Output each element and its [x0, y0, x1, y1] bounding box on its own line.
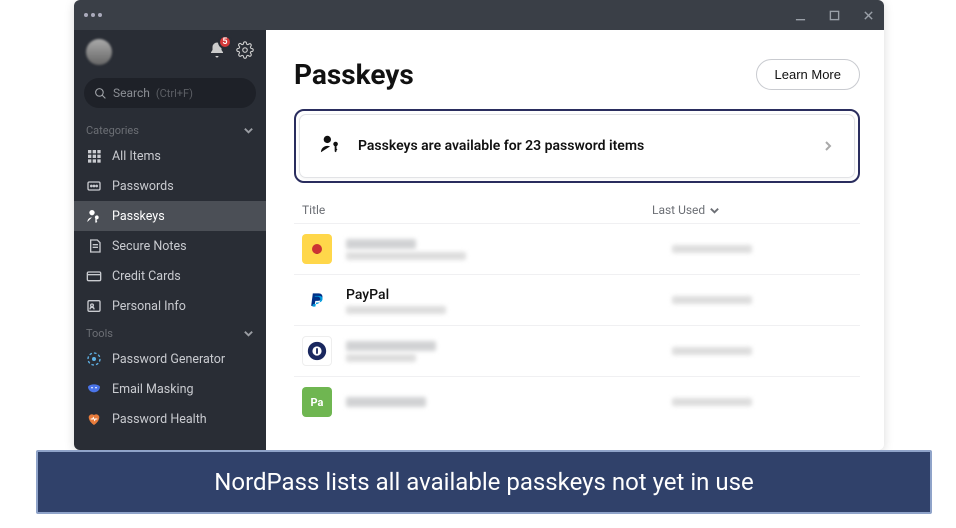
passkeys-available-banner[interactable]: Passkeys are available for 23 password i… [294, 109, 860, 183]
sidebar: 5 Search (Ctrl+F) Categories All Items [74, 30, 266, 450]
passkeys-icon [320, 133, 342, 159]
sidebar-item-label: Personal Info [112, 299, 186, 314]
column-title: Title [302, 203, 652, 217]
item-subtitle [346, 306, 446, 314]
item-last-used [672, 245, 752, 253]
sidebar-item-secure-notes[interactable]: Secure Notes [74, 231, 266, 261]
learn-more-button[interactable]: Learn More [756, 59, 860, 90]
sidebar-item-label: Passkeys [112, 209, 165, 224]
list-item[interactable]: PayPal [294, 274, 860, 325]
search-label: Search [113, 86, 150, 100]
sidebar-item-credit-cards[interactable]: Credit Cards [74, 261, 266, 291]
window-minimize-icon[interactable] [794, 9, 806, 21]
sidebar-item-passwords[interactable]: Passwords [74, 171, 266, 201]
item-title [346, 239, 416, 249]
list-header: Title Last Used [294, 197, 860, 223]
sidebar-item-label: Password Generator [112, 352, 225, 367]
page-title: Passkeys [294, 58, 414, 91]
window-menu-dots[interactable] [84, 13, 102, 17]
sidebar-item-label: Credit Cards [112, 269, 181, 284]
list-item[interactable] [294, 223, 860, 274]
item-last-used [672, 296, 752, 304]
passkeys-icon [86, 208, 102, 224]
caption-banner: NordPass lists all available passkeys no… [36, 450, 932, 514]
person-icon [86, 298, 102, 314]
sidebar-tool-email-masking[interactable]: Email Masking [74, 374, 266, 404]
window-close-icon[interactable] [862, 9, 874, 21]
credit-card-icon [86, 268, 102, 284]
column-last-used[interactable]: Last Used [652, 203, 852, 217]
generator-icon [86, 351, 102, 367]
main-content: Passkeys Learn More Passkeys are availab… [266, 30, 884, 450]
sidebar-item-label: Email Masking [112, 382, 194, 397]
search-hint: (Ctrl+F) [156, 87, 193, 100]
item-icon: Pa [302, 387, 332, 417]
notifications-bell-icon[interactable]: 5 [208, 41, 226, 63]
search-input[interactable]: Search (Ctrl+F) [84, 78, 256, 108]
item-title [346, 397, 426, 407]
sidebar-item-label: Secure Notes [112, 239, 187, 254]
item-title [346, 341, 436, 351]
window-maximize-icon[interactable] [828, 9, 840, 21]
chevron-down-icon [243, 328, 254, 339]
chevron-down-icon [709, 205, 720, 216]
sidebar-item-all-items[interactable]: All Items [74, 141, 266, 171]
item-last-used [672, 398, 752, 406]
chevron-down-icon [243, 125, 254, 136]
item-icon [302, 336, 332, 366]
settings-gear-icon[interactable] [236, 41, 254, 63]
item-title: PayPal [346, 287, 658, 303]
sidebar-tool-password-generator[interactable]: Password Generator [74, 344, 266, 374]
chevron-right-icon [822, 137, 834, 156]
titlebar [74, 0, 884, 30]
tools-header[interactable]: Tools [74, 321, 266, 344]
item-icon [302, 234, 332, 264]
list-item[interactable] [294, 325, 860, 376]
note-icon [86, 238, 102, 254]
sidebar-item-passkeys[interactable]: Passkeys [74, 201, 266, 231]
categories-header[interactable]: Categories [74, 118, 266, 141]
avatar[interactable] [86, 39, 112, 65]
passwords-icon [86, 178, 102, 194]
item-last-used [672, 347, 752, 355]
item-subtitle [346, 252, 466, 260]
item-icon [302, 285, 332, 315]
sidebar-item-label: Password Health [112, 412, 207, 427]
banner-text: Passkeys are available for 23 password i… [358, 138, 806, 154]
sidebar-item-label: All Items [112, 149, 161, 164]
mask-icon [86, 381, 102, 397]
notifications-badge: 5 [218, 35, 232, 49]
app-window: 5 Search (Ctrl+F) Categories All Items [74, 0, 884, 450]
search-icon [94, 87, 107, 100]
item-subtitle [346, 354, 416, 362]
grid-icon [86, 148, 102, 164]
sidebar-item-label: Passwords [112, 179, 174, 194]
health-icon [86, 411, 102, 427]
list-item[interactable]: Pa [294, 376, 860, 427]
sidebar-item-personal-info[interactable]: Personal Info [74, 291, 266, 321]
sidebar-tool-password-health[interactable]: Password Health [74, 404, 266, 434]
